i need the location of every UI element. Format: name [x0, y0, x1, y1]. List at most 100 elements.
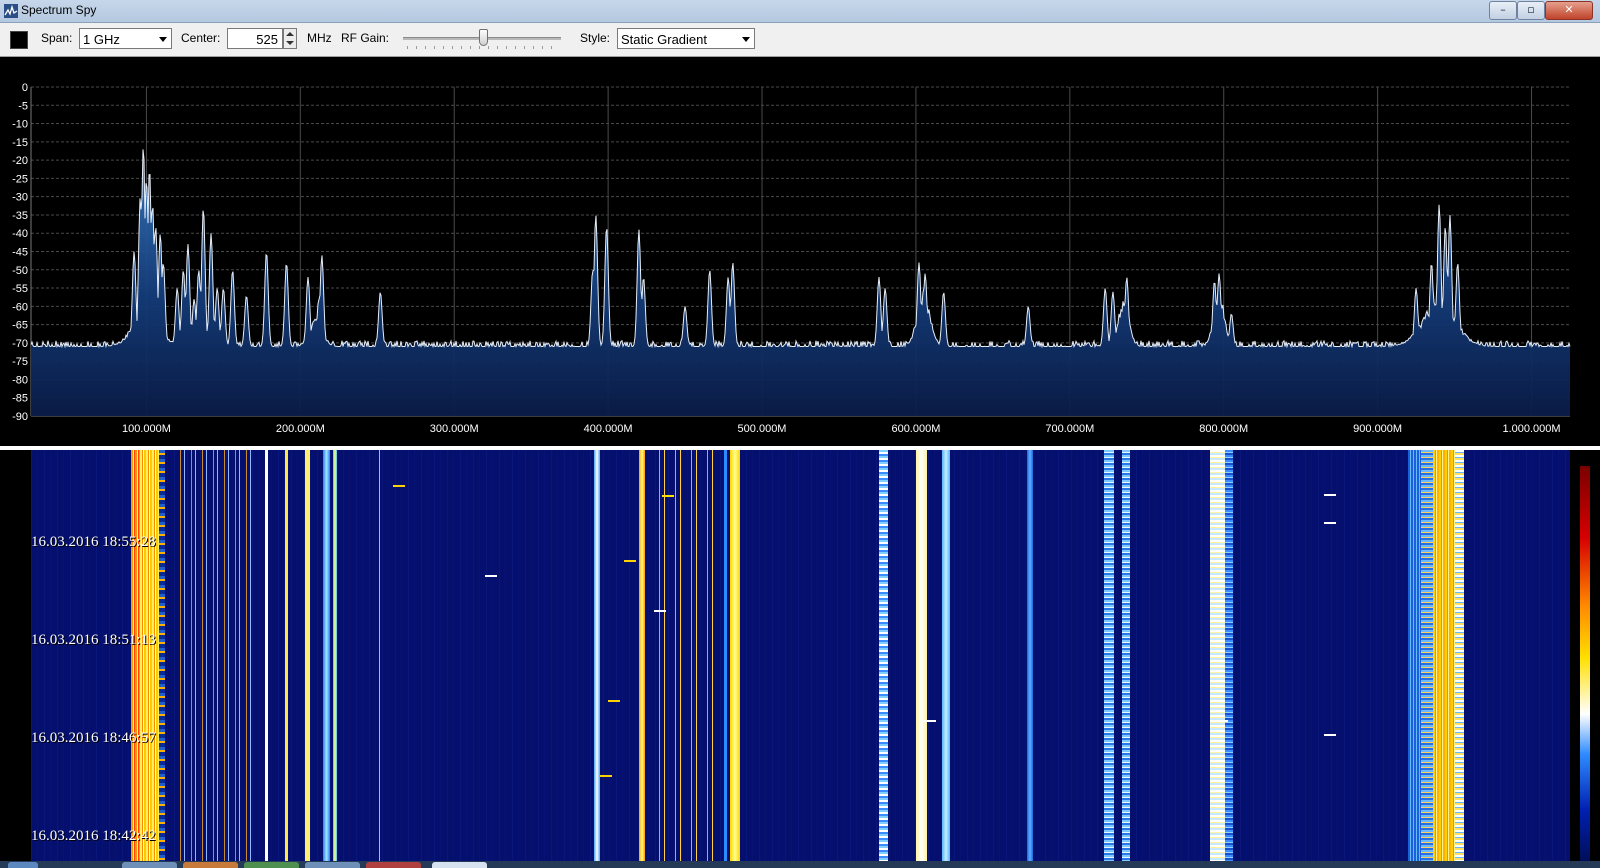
waterfall-band: [177, 450, 255, 868]
center-stepper[interactable]: [283, 28, 297, 49]
waterfall-band: [140, 450, 159, 868]
waterfall-band: [1225, 450, 1233, 868]
spectrum-trace: [30, 149, 1571, 349]
waterfall-band: [264, 450, 268, 868]
x-tick-label: 800.000M: [1199, 423, 1248, 435]
toolbar: Span: 1 GHz Center: 525 MHz RF Gain: Sty…: [0, 23, 1600, 57]
center-label: Center:: [181, 31, 221, 45]
waterfall-band: [1433, 450, 1455, 868]
x-tick-label: 600.000M: [891, 423, 940, 435]
chevron-down-icon: [742, 37, 750, 42]
minimize-icon: –: [1500, 3, 1506, 16]
spin-up-icon[interactable]: [286, 32, 294, 36]
waterfall-band: [1454, 450, 1464, 868]
color-swatch-button[interactable]: [10, 31, 28, 49]
span-dropdown[interactable]: 1 GHz: [79, 28, 172, 49]
waterfall-burst: [654, 610, 667, 612]
y-tick-label: -10: [12, 119, 28, 131]
waterfall-band: [284, 450, 288, 868]
x-tick-label: 200.000M: [276, 423, 325, 435]
y-tick-label: -65: [12, 320, 28, 332]
y-tick-label: -5: [18, 100, 28, 112]
waterfall-timestamp: 16.03.2016 18:55:28: [31, 534, 156, 550]
x-axis-labels: 100.000M 200.000M 300.000M 400.000M 500.000M…: [122, 423, 1561, 435]
y-tick-label: -75: [12, 356, 28, 368]
taskbar-button[interactable]: [122, 862, 177, 868]
x-tick-label: 400.000M: [584, 423, 633, 435]
spin-down-icon[interactable]: [286, 41, 294, 45]
waterfall-burst: [608, 700, 621, 702]
waterfall-burst: [923, 720, 936, 722]
spectrum-area: [31, 149, 1570, 416]
waterfall-band: [942, 450, 950, 868]
y-tick-label: -60: [12, 301, 28, 313]
waterfall-band: [158, 450, 165, 868]
waterfall-display[interactable]: 16.03.2016 18:55:28 16.03.2016 18:51:13 …: [0, 450, 1600, 868]
taskbar-button[interactable]: [183, 862, 238, 868]
x-tick-label: 300.000M: [430, 423, 479, 435]
waterfall-burst: [661, 495, 674, 497]
maximize-icon: ▫: [1527, 3, 1535, 16]
waterfall-band: [878, 450, 889, 868]
waterfall-band: [1420, 450, 1433, 868]
y-tick-label: -50: [12, 265, 28, 277]
rf-gain-ticks: [407, 46, 557, 49]
waterfall-burst: [1323, 522, 1336, 524]
spectrum-app-icon: [4, 4, 18, 18]
chevron-down-icon: [159, 37, 167, 42]
y-tick-label: -80: [12, 374, 28, 386]
rf-gain-slider[interactable]: [401, 29, 563, 51]
x-tick-label: 700.000M: [1045, 423, 1094, 435]
waterfall-band: [729, 450, 741, 868]
x-tick-label: 900.000M: [1353, 423, 1402, 435]
waterfall-band: [1209, 450, 1226, 868]
waterfall-band: [654, 450, 716, 868]
spectrum-trace-group: [30, 149, 1571, 349]
taskbar-button[interactable]: [366, 862, 421, 868]
waterfall-burst: [1323, 734, 1336, 736]
waterfall-band: [1026, 450, 1033, 868]
spectrum-fill: [31, 149, 1570, 416]
y-tick-label: -25: [12, 173, 28, 185]
waterfall-timestamp: 16.03.2016 18:46:57: [31, 730, 156, 746]
waterfall-area: [31, 450, 1570, 868]
close-button[interactable]: ✕: [1545, 1, 1593, 20]
waterfall-burst: [392, 485, 405, 487]
waterfall-burst: [600, 775, 613, 777]
taskbar-button[interactable]: [244, 862, 299, 868]
waterfall-band: [1103, 450, 1115, 868]
style-value: Static Gradient: [621, 32, 707, 47]
spectrum-plot[interactable]: 0 -5 -10 -15 -20 -25 -30 -35 -40 -45 -50 -55 -60 -65 -…: [0, 57, 1600, 447]
y-tick-label: -30: [12, 192, 28, 204]
y-tick-label: -85: [12, 393, 28, 405]
spectrum-svg: 0 -5 -10 -15 -20 -25 -30 -35 -40 -45 -50 -55 -60 -65 -…: [12, 82, 1571, 435]
y-tick-label: -40: [12, 228, 28, 240]
y-tick-label: -45: [12, 247, 28, 259]
waterfall-burst: [623, 560, 636, 562]
window-title: Spectrum Spy: [21, 3, 97, 17]
y-tick-label: -15: [12, 137, 28, 149]
taskbar-button[interactable]: [305, 862, 360, 868]
waterfall-band: [332, 450, 338, 868]
waterfall-band: [323, 450, 330, 868]
waterfall-timestamp: 16.03.2016 18:42:42: [31, 828, 156, 844]
waterfall-band: [304, 450, 310, 868]
waterfall-band: [594, 450, 601, 868]
waterfall-timestamp: 16.03.2016 18:51:13: [31, 632, 156, 648]
start-button[interactable]: [8, 862, 38, 868]
center-frequency-input[interactable]: 525: [227, 28, 283, 49]
y-tick-label: -20: [12, 155, 28, 167]
maximize-button[interactable]: ▫: [1517, 1, 1545, 20]
waterfall-burst: [1216, 720, 1229, 722]
y-tick-label: -70: [12, 338, 28, 350]
rf-gain-thumb[interactable]: [479, 29, 489, 46]
y-tick-label: -55: [12, 283, 28, 295]
waterfall-band: [131, 450, 141, 868]
x-tick-label: 1.000.000M: [1502, 423, 1560, 435]
minimize-button[interactable]: –: [1489, 1, 1517, 20]
title-bar: Spectrum Spy – ▫ ✕: [0, 0, 1600, 23]
waterfall-band: [378, 450, 381, 868]
taskbar-button-active[interactable]: [432, 862, 487, 868]
waterfall-band: [723, 450, 727, 868]
style-dropdown[interactable]: Static Gradient: [617, 28, 755, 49]
